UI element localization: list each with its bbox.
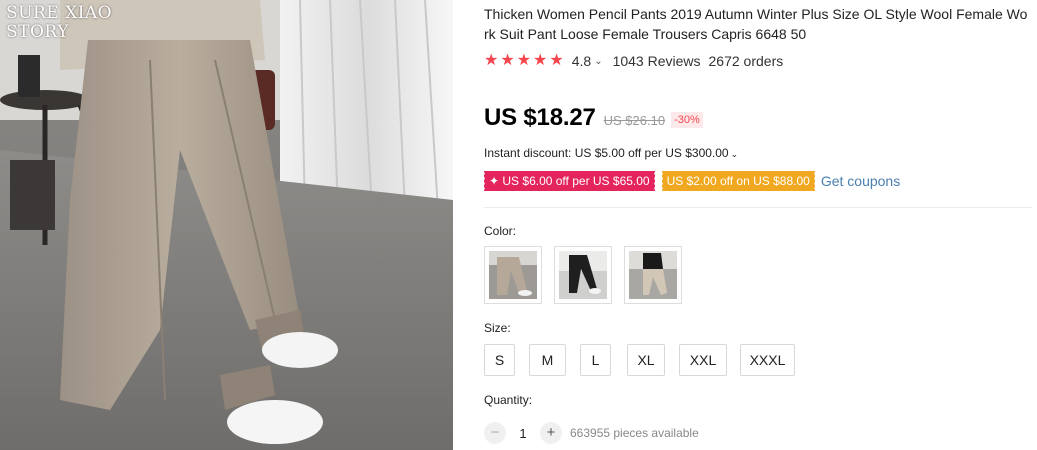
price-row: US $18.27 US $26.10 -30% (484, 104, 703, 132)
store-watermark: SURE XIAO STORY (6, 4, 112, 42)
size-option-m[interactable]: M (529, 344, 566, 376)
divider (484, 207, 1032, 208)
quantity-increase-button[interactable]: + (540, 422, 562, 444)
rating-stars: ★ ★ ★ ★ ★ (484, 53, 566, 69)
size-option-l[interactable]: L (580, 344, 611, 376)
quantity-decrease-button[interactable]: − (484, 422, 506, 444)
original-price: US $26.10 (603, 113, 666, 128)
color-swatch-khaki[interactable] (484, 246, 542, 304)
chevron-down-icon[interactable]: ⌄ (594, 56, 602, 67)
size-options: S M L XL XXL XXXL (484, 344, 809, 376)
quantity-label: Quantity: (484, 393, 533, 407)
current-price: US $18.27 (484, 104, 596, 131)
quantity-stepper: − 1 + 663955 pieces available (484, 422, 699, 444)
star-icon: ★ (549, 52, 564, 69)
instant-discount[interactable]: Instant discount: US $5.00 off per US $3… (484, 146, 738, 160)
size-label: Size: (484, 321, 511, 335)
swatch-thumbnail (629, 251, 677, 299)
star-icon: ★ (500, 52, 515, 69)
get-coupons-link[interactable]: Get coupons (821, 173, 900, 189)
color-swatches (484, 246, 694, 304)
swatch-thumbnail (489, 251, 537, 299)
instant-discount-text: Instant discount: US $5.00 off per US $3… (484, 146, 729, 160)
reviews-link[interactable]: 1043 Reviews (613, 53, 701, 69)
product-photo-illustration (0, 0, 453, 450)
size-option-xl[interactable]: XL (627, 344, 665, 376)
product-main-image[interactable]: SURE XIAO STORY (0, 0, 453, 450)
size-option-xxxl[interactable]: XXXL (740, 344, 795, 376)
discount-badge: -30% (671, 112, 703, 128)
product-title: Thicken Women Pencil Pants 2019 Autumn W… (484, 6, 1028, 42)
pieces-available: 663955 pieces available (570, 426, 699, 440)
color-label: Color: (484, 224, 517, 238)
watermark-line1: SURE XIAO (6, 3, 113, 23)
color-swatch-khaki-black-top[interactable] (624, 246, 682, 304)
rating-value[interactable]: 4.8 (572, 53, 591, 69)
star-icon: ★ (484, 52, 499, 69)
rating-row: ★ ★ ★ ★ ★ 4.8 ⌄ 1043 Reviews 2672 orders (484, 52, 783, 70)
color-swatch-black[interactable] (554, 246, 612, 304)
star-icon: ★ (533, 52, 548, 69)
quantity-value[interactable]: 1 (506, 426, 540, 441)
coupon-pink[interactable]: ✦ US $6.00 off per US $65.00 (483, 171, 655, 191)
coupon-row: ✦ US $6.00 off per US $65.00 US $2.00 of… (483, 171, 900, 191)
orders-count: 2672 orders (708, 53, 784, 69)
coupon-orange[interactable]: US $2.00 off on US $88.00 (660, 171, 815, 191)
swatch-thumbnail (559, 251, 607, 299)
size-option-xxl[interactable]: XXL (679, 344, 727, 376)
star-icon: ★ (516, 52, 532, 69)
chevron-down-icon[interactable]: ⌄ (731, 149, 739, 159)
watermark-line2: STORY (6, 22, 69, 42)
size-option-s[interactable]: S (484, 344, 515, 376)
